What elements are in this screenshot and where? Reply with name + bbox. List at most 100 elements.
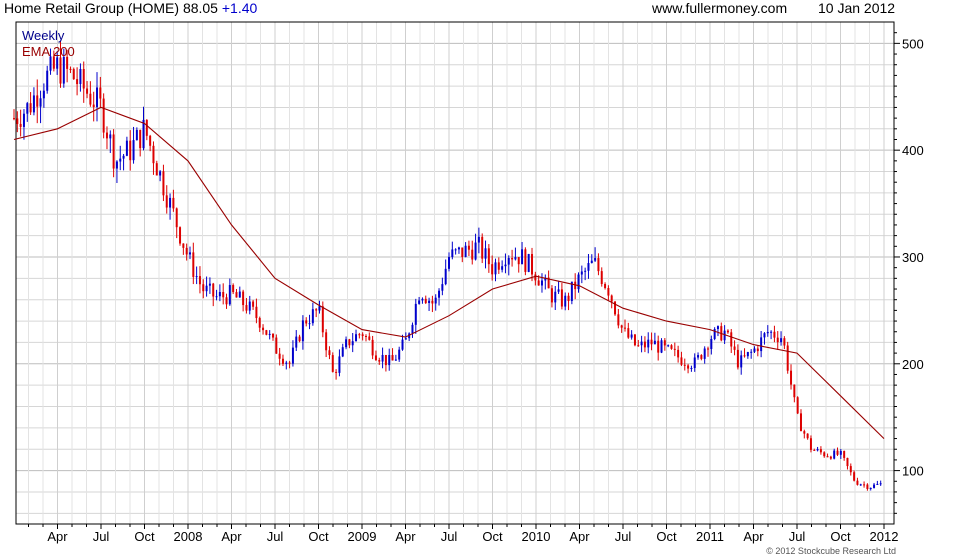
candle-body <box>803 431 806 434</box>
x-tick-label: Oct <box>656 529 677 544</box>
candle-body <box>89 93 92 105</box>
x-tick-label: Oct <box>134 529 155 544</box>
candle-body <box>285 362 288 364</box>
candle-body <box>119 158 122 162</box>
candle <box>268 330 271 340</box>
candle <box>511 249 514 267</box>
candle-body <box>836 450 839 455</box>
candle <box>497 257 500 274</box>
candle-body <box>281 358 284 364</box>
candle <box>663 338 666 351</box>
candle-body <box>716 326 719 330</box>
candle-body <box>587 263 590 271</box>
candle-body <box>205 285 208 292</box>
candle <box>13 109 15 121</box>
candle <box>790 364 793 390</box>
candle-body <box>32 95 35 113</box>
candle-body <box>56 57 59 69</box>
candle-body <box>368 336 371 340</box>
candle-body <box>414 303 417 325</box>
candle <box>793 384 796 403</box>
candle <box>255 298 258 324</box>
candle-body <box>660 340 663 353</box>
candle-body <box>441 284 444 291</box>
candle-body <box>786 345 789 371</box>
candle-body <box>275 337 278 354</box>
y-tick-label: 300 <box>902 250 924 265</box>
candle-body <box>341 347 344 357</box>
candle <box>716 325 719 337</box>
candle-body <box>471 249 474 260</box>
candle-body <box>421 298 424 301</box>
candle <box>843 450 846 461</box>
candle <box>660 338 663 354</box>
candle <box>873 482 876 489</box>
x-tick-label: 2011 <box>696 529 724 544</box>
candle <box>501 260 504 273</box>
candle-body <box>607 288 610 296</box>
candle-body <box>301 320 304 342</box>
candle <box>687 363 690 374</box>
candle-body <box>401 339 404 350</box>
candle <box>856 477 859 486</box>
candle-body <box>315 309 318 311</box>
candle-body <box>159 171 162 176</box>
candle <box>461 247 464 263</box>
candle-body <box>69 68 72 70</box>
candle-body <box>305 320 308 324</box>
candle-body <box>799 413 802 432</box>
candle <box>441 277 444 296</box>
candle <box>580 265 583 284</box>
candle-body <box>693 357 696 369</box>
candle-body <box>152 145 155 164</box>
candle-body <box>46 70 49 91</box>
candle <box>112 129 115 178</box>
candle <box>92 91 95 122</box>
candle <box>281 354 284 367</box>
x-tick-label: 2009 <box>348 529 377 544</box>
candle-body <box>288 362 291 364</box>
candle <box>424 295 427 305</box>
candle <box>833 448 836 460</box>
candle <box>96 72 99 122</box>
candle <box>218 284 221 302</box>
candle <box>683 358 686 371</box>
candle-body <box>364 335 367 337</box>
candle <box>391 348 394 361</box>
candle <box>208 277 211 294</box>
candle <box>381 347 384 369</box>
candle <box>132 126 135 164</box>
candle-body <box>776 337 779 343</box>
candle-body <box>444 268 447 285</box>
candle-body <box>809 438 812 450</box>
candle <box>863 481 866 488</box>
candle-body <box>29 103 32 113</box>
candle <box>179 226 182 246</box>
candle <box>690 365 693 372</box>
candle-body <box>438 290 441 298</box>
candle-body <box>753 348 756 352</box>
candle <box>620 324 623 333</box>
candle <box>232 283 235 295</box>
candle <box>713 327 716 341</box>
candle-body <box>26 103 29 114</box>
candle-body <box>849 466 852 473</box>
candle <box>786 341 789 374</box>
candle <box>431 295 434 313</box>
x-tick-label: Oct <box>482 529 503 544</box>
candle-body <box>733 346 736 350</box>
candle-body <box>451 249 454 258</box>
candle <box>291 340 294 367</box>
candle <box>285 360 288 370</box>
candle <box>776 331 779 350</box>
candle-body <box>122 155 125 159</box>
candle-body <box>730 332 733 347</box>
candle-body <box>477 236 480 243</box>
candle <box>806 433 809 440</box>
candle-body <box>670 345 673 349</box>
candles <box>13 40 882 491</box>
candle <box>617 308 620 329</box>
candle <box>185 243 188 261</box>
candle <box>859 483 862 486</box>
candle <box>869 487 872 491</box>
